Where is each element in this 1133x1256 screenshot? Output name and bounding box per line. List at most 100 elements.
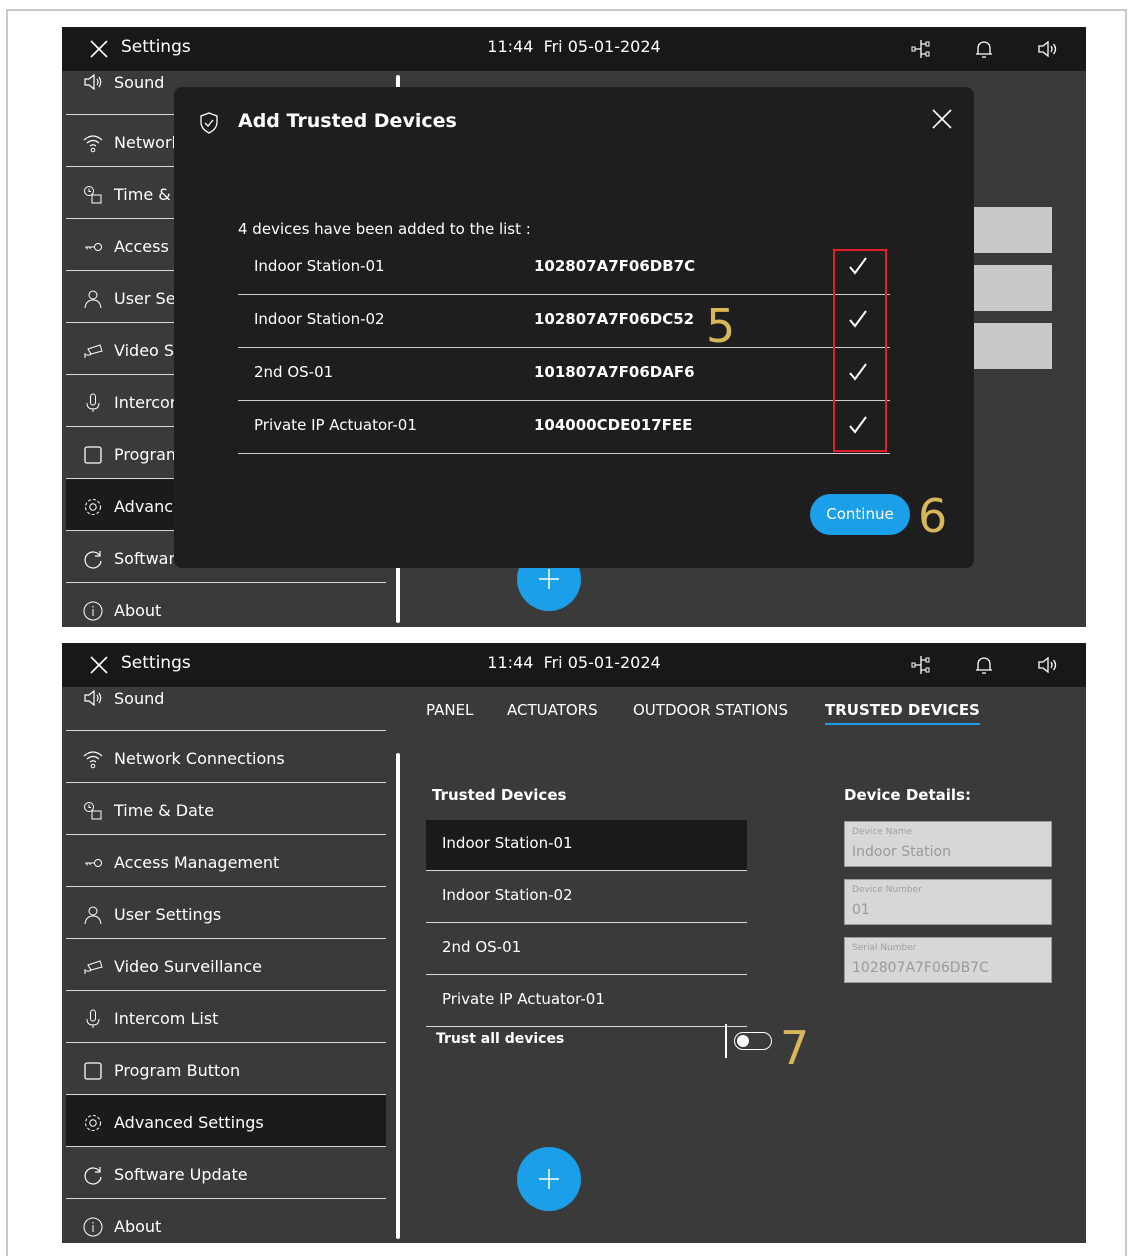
speaker-icon: [84, 73, 102, 91]
background-field: [973, 323, 1052, 369]
list-item[interactable]: Indoor Station-01: [426, 820, 747, 871]
device-number-field[interactable]: Device Number 01: [844, 879, 1052, 925]
tab-actuators[interactable]: ACTUATORS: [507, 701, 598, 719]
callout-number: 6: [918, 489, 948, 543]
sidebar-item-network[interactable]: Network Connections: [66, 731, 386, 783]
sidebar-item-advanced-settings[interactable]: Advanced Settings: [66, 1095, 386, 1147]
device-name: Private IP Actuator-01: [254, 416, 417, 434]
tab-panel[interactable]: PANEL: [426, 701, 473, 719]
sidebar-item-label: Intercor: [114, 393, 177, 412]
network-icon[interactable]: [909, 653, 933, 677]
sidebar-item-label: Network Connections: [114, 749, 285, 768]
refresh-icon: [84, 1167, 102, 1185]
dialog-title: Add Trusted Devices: [238, 110, 457, 132]
device-serial: 102807A7F06DB7C: [534, 257, 696, 275]
wifi-icon: [83, 751, 103, 769]
bell-icon[interactable]: [972, 653, 996, 677]
highlight-box: [833, 249, 887, 452]
device-serial: 102807A7F06DC52: [534, 310, 695, 328]
sidebar-item-intercom-list[interactable]: Intercom List: [66, 991, 386, 1043]
trust-all-label: Trust all devices: [436, 1031, 565, 1047]
sidebar-item-label: About: [114, 601, 162, 620]
add-trusted-devices-dialog: Add Trusted Devices 4 devices have been …: [174, 87, 974, 568]
wifi-icon: [83, 135, 103, 153]
speaker-icon[interactable]: [1035, 653, 1059, 677]
tab-outdoor-stations[interactable]: OUTDOOR STATIONS: [633, 701, 788, 719]
sidebar-item-label: About: [114, 1217, 162, 1236]
add-button[interactable]: [517, 1147, 581, 1211]
device-row: 2nd OS-01 101807A7F06DAF6: [238, 348, 890, 401]
close-icon[interactable]: [930, 107, 954, 131]
sidebar-item-user-settings[interactable]: User Settings: [66, 887, 386, 939]
serial-number-field[interactable]: Serial Number 102807A7F06DB7C: [844, 937, 1052, 983]
square-icon: [84, 1062, 102, 1080]
info-icon: [83, 1217, 103, 1237]
microphone-icon: [86, 1009, 100, 1028]
sidebar-item-label: User Settings: [114, 905, 222, 924]
sidebar-item-label: Advance: [114, 497, 183, 516]
sidebar-item-label: Sound: [114, 689, 165, 708]
sidebar-item-video-surveillance[interactable]: Video Surveillance: [66, 939, 386, 991]
tab-trusted-devices[interactable]: TRUSTED DEVICES: [825, 701, 980, 725]
sidebar-item-label: User Set: [114, 289, 182, 308]
callout-number: 7: [780, 1021, 810, 1075]
info-icon: [83, 601, 103, 621]
speaker-icon[interactable]: [1035, 37, 1059, 61]
sidebar-item-label: Access Management: [114, 853, 280, 872]
list-item[interactable]: Private IP Actuator-01: [426, 976, 747, 1027]
sidebar-item-label: Sound: [114, 73, 165, 92]
clock-calendar-icon: [84, 186, 102, 204]
trust-all-toggle[interactable]: [734, 1032, 772, 1050]
plus-icon: [539, 569, 559, 589]
settings-sidebar: Sound Network Connections Time & Date Ac…: [62, 687, 392, 1243]
gear-icon: [85, 1115, 101, 1131]
sidebar-item-software-update[interactable]: Software Update: [66, 1147, 386, 1199]
user-icon: [84, 906, 102, 925]
device-name: 2nd OS-01: [254, 363, 334, 381]
dialog-intro: 4 devices have been added to the list :: [238, 220, 531, 238]
key-icon: [85, 859, 102, 867]
toggle-knob: [737, 1035, 749, 1047]
screen-add-trusted-devices: Settings 11:44 Fri 05-01-2024 Sound Netw…: [62, 27, 1086, 627]
device-serial: 104000CDE017FEE: [534, 416, 693, 434]
bell-icon[interactable]: [972, 37, 996, 61]
sidebar-item-about[interactable]: About: [66, 1199, 386, 1243]
sidebar-item-label: Program: [114, 445, 182, 464]
trusted-devices-heading: Trusted Devices: [432, 786, 567, 804]
sidebar-item-access-management[interactable]: Access Management: [66, 835, 386, 887]
speaker-icon: [84, 689, 102, 707]
camera-icon: [84, 344, 103, 358]
device-row: Indoor Station-01 102807A7F06DB7C: [238, 242, 890, 295]
sidebar-item-label: Software Update: [114, 1165, 248, 1184]
sidebar-item-program-button[interactable]: Program Button: [66, 1043, 386, 1095]
sidebar-item-sound[interactable]: Sound: [66, 679, 386, 731]
network-icon[interactable]: [909, 37, 933, 61]
background-field: [973, 207, 1052, 253]
list-item[interactable]: 2nd OS-01: [426, 924, 747, 975]
shield-icon: [200, 112, 218, 134]
continue-button[interactable]: Continue: [810, 494, 910, 535]
sidebar-item-label: Intercom List: [114, 1009, 219, 1028]
gear-icon: [85, 499, 101, 515]
scrollbar[interactable]: [396, 753, 400, 1239]
screen-trusted-devices: Settings 11:44 Fri 05-01-2024 Sound Netw…: [62, 643, 1086, 1243]
device-row: Indoor Station-02 102807A7F06DC52: [238, 295, 890, 348]
plus-icon: [539, 1169, 559, 1189]
sidebar-item-label: Time & Date: [114, 801, 215, 820]
device-name-field[interactable]: Device Name Indoor Station: [844, 821, 1052, 867]
sidebar-item-about[interactable]: About: [66, 583, 386, 627]
refresh-icon: [84, 551, 102, 569]
callout-number: 5: [706, 299, 736, 353]
camera-icon: [84, 960, 103, 974]
clock-calendar-icon: [84, 802, 102, 820]
divider: [725, 1024, 727, 1058]
sidebar-item-label: Network: [114, 133, 181, 152]
square-icon: [84, 446, 102, 464]
list-item[interactable]: Indoor Station-02: [426, 872, 747, 923]
sidebar-item-label: Softwar: [114, 549, 176, 568]
sidebar-item-label: Program Button: [114, 1061, 241, 1080]
microphone-icon: [86, 393, 100, 412]
key-icon: [85, 243, 102, 251]
sidebar-item-time-date[interactable]: Time & Date: [66, 783, 386, 835]
device-name: Indoor Station-02: [254, 310, 385, 328]
